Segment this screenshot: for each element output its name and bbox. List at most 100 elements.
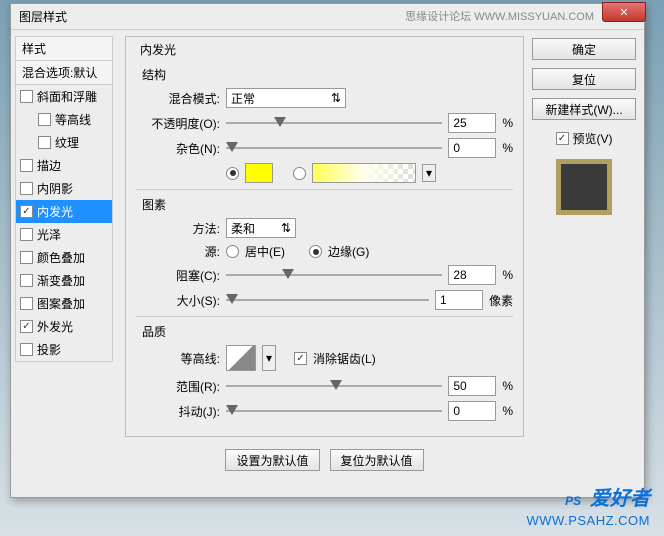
close-icon[interactable]: ✕ — [602, 2, 646, 22]
sidebar-checkbox[interactable] — [20, 182, 33, 195]
noise-slider[interactable] — [226, 140, 442, 156]
sidebar-item-label: 描边 — [37, 157, 61, 174]
sidebar-item-2[interactable]: 纹理 — [16, 131, 112, 154]
opacity-label: 不透明度(O): — [136, 115, 220, 132]
size-slider[interactable] — [226, 292, 429, 308]
sidebar-checkbox[interactable] — [20, 343, 33, 356]
sidebar-item-label: 光泽 — [37, 226, 61, 243]
blend-mode-value: 正常 — [231, 90, 255, 107]
right-panel: 确定 复位 新建样式(W)... ✓ 预览(V) — [532, 30, 644, 497]
center-panel: 内发光 结构 混合模式: 正常⇅ 不透明度(O): 25 % 杂色(N): — [117, 30, 532, 497]
sidebar-item-label: 内阴影 — [37, 180, 73, 197]
sidebar-item-7[interactable]: 颜色叠加 — [16, 246, 112, 269]
inner-glow-fieldset: 内发光 结构 混合模式: 正常⇅ 不透明度(O): 25 % 杂色(N): — [125, 36, 524, 437]
choke-input[interactable]: 28 — [448, 265, 496, 285]
color-gradient-radio[interactable] — [293, 167, 306, 180]
range-slider[interactable] — [226, 378, 442, 394]
sidebar-item-label: 颜色叠加 — [37, 249, 85, 266]
sidebar-item-label: 图案叠加 — [37, 295, 85, 312]
chevron-updown-icon: ⇅ — [331, 91, 341, 105]
cancel-button[interactable]: 复位 — [532, 68, 636, 90]
section-quality: 品质 — [142, 323, 513, 340]
source-center-radio[interactable] — [226, 245, 239, 258]
sidebar-item-label: 投影 — [37, 341, 61, 358]
color-swatch[interactable] — [245, 163, 273, 183]
px-unit: 像素 — [489, 292, 513, 309]
sidebar-checkbox[interactable] — [20, 228, 33, 241]
source-center-label: 居中(E) — [245, 243, 285, 260]
gradient-swatch[interactable] — [312, 163, 416, 183]
size-label: 大小(S): — [136, 292, 220, 309]
sidebar-checkbox[interactable] — [20, 251, 33, 264]
sidebar-checkbox[interactable]: ✓ — [20, 320, 33, 333]
make-default-button[interactable]: 设置为默认值 — [225, 449, 319, 471]
method-value: 柔和 — [231, 220, 255, 237]
noise-input[interactable]: 0 — [448, 138, 496, 158]
blend-mode-label: 混合模式: — [136, 90, 220, 107]
method-label: 方法: — [136, 220, 220, 237]
sidebar-blend-opts[interactable]: 混合选项:默认 — [15, 60, 113, 85]
opacity-slider[interactable] — [226, 115, 442, 131]
sidebar-item-label: 等高线 — [55, 111, 91, 128]
sidebar-item-10[interactable]: ✓ 外发光 — [16, 315, 112, 338]
method-dropdown[interactable]: 柔和 ⇅ — [226, 218, 296, 238]
range-input[interactable]: 50 — [448, 376, 496, 396]
new-style-button[interactable]: 新建样式(W)... — [532, 98, 636, 120]
panel-title: 内发光 — [136, 41, 180, 58]
chevron-down-icon[interactable]: ▾ — [422, 164, 436, 182]
opacity-input[interactable]: 25 — [448, 113, 496, 133]
sidebar-checkbox[interactable]: ✓ — [20, 205, 33, 218]
pct-unit: % — [502, 379, 513, 393]
sidebar-item-0[interactable]: 斜面和浮雕 — [16, 85, 112, 108]
antialias-checkbox[interactable]: ✓ — [294, 352, 307, 365]
source-label: 源: — [136, 243, 220, 260]
sidebar-item-label: 纹理 — [55, 134, 79, 151]
source-edge-radio[interactable] — [309, 245, 322, 258]
sidebar-item-1[interactable]: 等高线 — [16, 108, 112, 131]
sidebar-item-3[interactable]: 描边 — [16, 154, 112, 177]
sidebar-checkbox[interactable] — [20, 90, 33, 103]
watermark-top: 思缘设计论坛 WWW.MISSYUAN.COM — [405, 8, 594, 24]
blend-mode-dropdown[interactable]: 正常 ⇅ — [226, 88, 346, 108]
style-sidebar: 样式 混合选项:默认 斜面和浮雕等高线纹理描边内阴影 ✓ 内发光光泽颜色叠加渐变叠加… — [11, 30, 117, 497]
section-elements: 图素 — [142, 196, 513, 213]
contour-label: 等高线: — [136, 350, 220, 367]
preview-thumbnail — [556, 159, 612, 215]
sidebar-item-5[interactable]: ✓ 内发光 — [16, 200, 112, 223]
antialias-label: 消除锯齿(L) — [313, 350, 376, 367]
source-edge-label: 边缘(G) — [328, 243, 369, 260]
sidebar-checkbox[interactable] — [38, 113, 51, 126]
contour-picker[interactable] — [226, 345, 256, 371]
sidebar-item-9[interactable]: 图案叠加 — [16, 292, 112, 315]
choke-slider[interactable] — [226, 267, 442, 283]
ok-button[interactable]: 确定 — [532, 38, 636, 60]
sidebar-item-8[interactable]: 渐变叠加 — [16, 269, 112, 292]
sidebar-checkbox[interactable] — [38, 136, 51, 149]
jitter-label: 抖动(J): — [136, 403, 220, 420]
sidebar-item-4[interactable]: 内阴影 — [16, 177, 112, 200]
dialog-title: 图层样式 — [19, 8, 67, 25]
sidebar-item-label: 内发光 — [37, 203, 73, 220]
color-solid-radio[interactable] — [226, 167, 239, 180]
choke-label: 阻塞(C): — [136, 267, 220, 284]
sidebar-checkbox[interactable] — [20, 274, 33, 287]
reset-default-button[interactable]: 复位为默认值 — [330, 449, 424, 471]
sidebar-item-11[interactable]: 投影 — [16, 338, 112, 361]
preview-checkbox[interactable]: ✓ — [556, 132, 569, 145]
preview-label: 预览(V) — [573, 130, 613, 147]
sidebar-item-6[interactable]: 光泽 — [16, 223, 112, 246]
pct-unit: % — [502, 141, 513, 155]
layer-style-dialog: 图层样式 样式 混合选项:默认 斜面和浮雕等高线纹理描边内阴影 ✓ 内发光光泽颜色叠… — [10, 3, 645, 498]
jitter-input[interactable]: 0 — [448, 401, 496, 421]
sidebar-item-label: 渐变叠加 — [37, 272, 85, 289]
chevron-down-icon[interactable]: ▾ — [262, 345, 276, 371]
sidebar-item-label: 外发光 — [37, 318, 73, 335]
sidebar-checkbox[interactable] — [20, 297, 33, 310]
chevron-updown-icon: ⇅ — [281, 221, 291, 235]
size-input[interactable]: 1 — [435, 290, 483, 310]
jitter-slider[interactable] — [226, 403, 442, 419]
sidebar-header[interactable]: 样式 — [15, 36, 113, 60]
sidebar-checkbox[interactable] — [20, 159, 33, 172]
pct-unit: % — [502, 404, 513, 418]
sidebar-item-label: 斜面和浮雕 — [37, 88, 97, 105]
